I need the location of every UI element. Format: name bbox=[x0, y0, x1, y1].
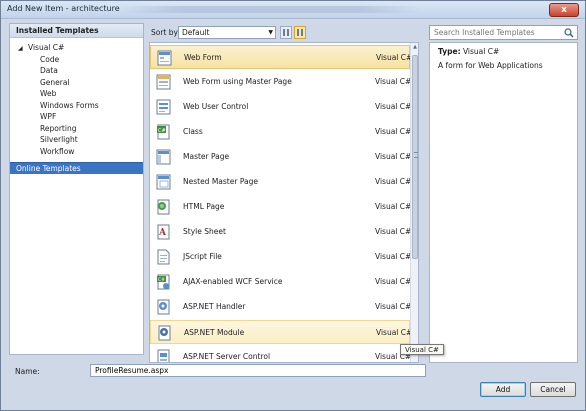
nested-master-icon bbox=[156, 174, 171, 190]
chevron-down-icon: ▼ bbox=[268, 29, 273, 36]
template-language: Visual C# bbox=[375, 177, 412, 186]
template-row-aspnet-module[interactable]: ASP.NET Module Visual C# bbox=[150, 320, 413, 344]
template-name: JScript File bbox=[183, 252, 222, 261]
blurred-path bbox=[121, 6, 421, 13]
template-name: Style Sheet bbox=[183, 227, 226, 236]
tree-node-visual-csharp[interactable]: ◢ Visual C# bbox=[10, 42, 143, 54]
template-language: Visual C# bbox=[375, 277, 412, 286]
templates-list: Web Form Visual C# Web Form using Master… bbox=[149, 42, 419, 363]
type-line: Type: Visual C# bbox=[438, 47, 500, 56]
svg-text:A: A bbox=[158, 228, 167, 238]
jscript-icon bbox=[157, 249, 170, 265]
sort-dropdown[interactable]: Default ▼ bbox=[178, 26, 276, 39]
template-row-master-page[interactable]: Master Page Visual C# bbox=[150, 145, 412, 169]
template-name: Nested Master Page bbox=[183, 177, 258, 186]
cancel-button[interactable]: Cancel bbox=[530, 382, 576, 397]
style-sheet-icon: A bbox=[157, 224, 170, 240]
details-panel: Type: Visual C# A form for Web Applicati… bbox=[429, 42, 578, 363]
search-input[interactable] bbox=[430, 26, 560, 39]
language-tooltip: Visual C# bbox=[400, 344, 444, 355]
search-box[interactable] bbox=[429, 25, 578, 40]
list-view-icon bbox=[283, 29, 289, 36]
templates-tree-panel: Installed Templates ◢ Visual C# Code Data… bbox=[9, 23, 144, 355]
template-row-jscript-file[interactable]: JScript File Visual C# bbox=[150, 245, 412, 269]
template-language: Visual C# bbox=[375, 152, 412, 161]
template-name: Web Form using Master Page bbox=[183, 77, 292, 86]
tree-node-wpf[interactable]: WPF bbox=[10, 111, 143, 123]
template-row-class[interactable]: C# Class Visual C# bbox=[150, 120, 412, 144]
svg-text:C#: C# bbox=[158, 277, 165, 283]
scrollbar-thumb[interactable] bbox=[412, 55, 418, 259]
template-name: Master Page bbox=[183, 152, 230, 161]
template-row-web-user-control[interactable]: Web User Control Visual C# bbox=[150, 95, 412, 119]
tree-node-windows-forms[interactable]: Windows Forms bbox=[10, 100, 143, 112]
template-row-nested-master-page[interactable]: Nested Master Page Visual C# bbox=[150, 170, 412, 194]
handler-icon bbox=[157, 299, 170, 315]
template-language: Visual C# bbox=[376, 53, 413, 62]
template-row-ajax-wcf-service[interactable]: C# AJAX-enabled WCF Service Visual C# bbox=[150, 270, 412, 294]
template-name: ASP.NET Handler bbox=[183, 302, 246, 311]
tree-node-web[interactable]: Web bbox=[10, 88, 143, 100]
template-name: Web User Control bbox=[183, 102, 249, 111]
template-language: Visual C# bbox=[376, 328, 413, 337]
module-icon bbox=[158, 325, 171, 341]
template-name: ASP.NET Server Control bbox=[183, 352, 271, 361]
template-row-web-form-master[interactable]: Web Form using Master Page Visual C# bbox=[150, 70, 412, 94]
add-button[interactable]: Add bbox=[480, 382, 526, 397]
template-name: HTML Page bbox=[183, 202, 225, 211]
template-row-aspnet-handler[interactable]: ASP.NET Handler Visual C# bbox=[150, 295, 412, 319]
template-row-style-sheet[interactable]: A Style Sheet Visual C# bbox=[150, 220, 412, 244]
svg-text:C#: C# bbox=[158, 128, 166, 134]
tree-node-data[interactable]: Data bbox=[10, 65, 143, 77]
templates-scrollbar[interactable]: ▲ ▼ bbox=[410, 43, 418, 362]
html-page-icon bbox=[157, 199, 170, 215]
wcf-service-icon: C# bbox=[157, 274, 170, 290]
title-bar[interactable]: Add New Item - architecture x bbox=[1, 1, 585, 19]
tree-node-workflow[interactable]: Workflow bbox=[10, 146, 143, 158]
template-name: Class bbox=[183, 127, 203, 136]
window-title: Add New Item - architecture bbox=[7, 4, 120, 13]
template-name: Web Form bbox=[184, 53, 222, 62]
template-row-web-form[interactable]: Web Form Visual C# bbox=[150, 45, 413, 69]
sort-label: Sort by: bbox=[151, 28, 180, 37]
template-row-aspnet-server-control[interactable]: ASP.NET Server Control Visual C# bbox=[150, 345, 411, 362]
template-language: Visual C# bbox=[375, 227, 412, 236]
user-control-icon bbox=[156, 99, 171, 115]
tree-node-general[interactable]: General bbox=[10, 77, 143, 89]
server-control-icon bbox=[157, 349, 170, 362]
template-language: Visual C# bbox=[375, 252, 412, 261]
template-name: ASP.NET Module bbox=[184, 328, 245, 337]
template-language: Visual C# bbox=[375, 302, 412, 311]
tree-node-reporting[interactable]: Reporting bbox=[10, 123, 143, 135]
template-name: AJAX-enabled WCF Service bbox=[183, 277, 283, 286]
close-button[interactable]: x bbox=[549, 3, 579, 17]
web-form-icon bbox=[157, 50, 172, 66]
expand-arrow-icon[interactable]: ◢ bbox=[18, 43, 28, 55]
master-page-icon bbox=[156, 149, 171, 165]
scroll-up-icon[interactable]: ▲ bbox=[411, 44, 418, 54]
web-form-master-icon bbox=[156, 74, 171, 90]
template-language: Visual C# bbox=[375, 102, 412, 111]
template-description: A form for Web Applications bbox=[438, 61, 543, 70]
tree-node-silverlight[interactable]: Silverlight bbox=[10, 134, 143, 146]
tree-node-code[interactable]: Code bbox=[10, 54, 143, 66]
class-icon: C# bbox=[157, 124, 170, 140]
template-language: Visual C# bbox=[375, 202, 412, 211]
name-label: Name: bbox=[15, 367, 40, 376]
list-view-button[interactable] bbox=[280, 26, 292, 39]
add-new-item-dialog: Add New Item - architecture x Installed … bbox=[0, 0, 586, 411]
template-language: Visual C# bbox=[375, 127, 412, 136]
installed-templates-header: Installed Templates bbox=[10, 24, 143, 38]
template-row-html-page[interactable]: HTML Page Visual C# bbox=[150, 195, 412, 219]
sort-bar: Sort by: Default ▼ bbox=[150, 25, 420, 41]
medium-icons-icon bbox=[297, 29, 303, 36]
template-language: Visual C# bbox=[375, 77, 412, 86]
grip-icon bbox=[414, 152, 418, 158]
name-row: Name: bbox=[9, 364, 579, 379]
search-icon[interactable] bbox=[564, 28, 574, 38]
medium-icons-view-button[interactable] bbox=[294, 26, 306, 39]
online-templates-item[interactable]: Online Templates bbox=[10, 162, 143, 174]
name-input[interactable] bbox=[90, 364, 426, 377]
